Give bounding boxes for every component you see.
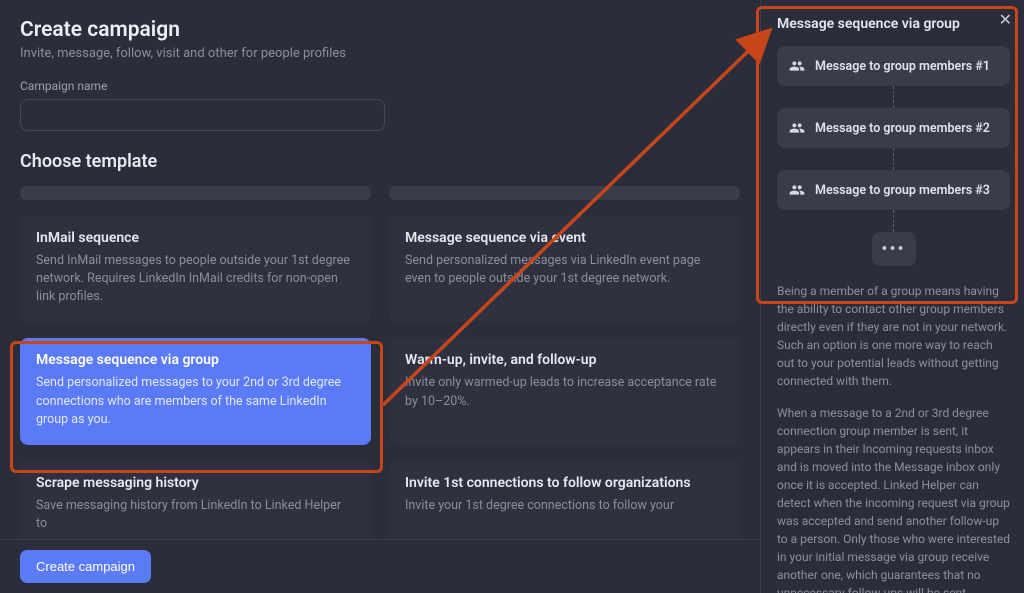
template-stub (20, 186, 371, 200)
card-desc: Invite only warmed-up leads to increase … (405, 374, 724, 410)
card-title: Warm-up, invite, and follow-up (405, 352, 724, 368)
sequence-step[interactable]: Message to group members #3 (777, 170, 1010, 210)
template-card-scrape[interactable]: Scrape messaging history Save messaging … (20, 461, 371, 549)
bottom-bar: Create campaign (0, 539, 760, 593)
sequence-step-label: Message to group members #1 (815, 59, 990, 74)
create-campaign-button[interactable]: Create campaign (20, 550, 151, 583)
card-title: Message sequence via group (36, 352, 355, 368)
side-panel: ✕ Message sequence via group Message to … (760, 0, 1024, 593)
card-title: Scrape messaging history (36, 475, 355, 491)
card-title: InMail sequence (36, 230, 355, 246)
page-subtitle: Invite, message, follow, visit and other… (20, 46, 740, 61)
sequence-connector (893, 86, 894, 108)
sequence-step-label: Message to group members #2 (815, 121, 990, 136)
side-paragraph: Being a member of a group means having t… (777, 282, 1010, 390)
template-card-warmup[interactable]: Warm-up, invite, and follow-up Invite on… (389, 338, 740, 444)
template-card-inmail[interactable]: InMail sequence Send InMail messages to … (20, 216, 371, 322)
sequence-list: Message to group members #1 Message to g… (777, 46, 1010, 266)
campaign-name-input[interactable] (20, 99, 385, 131)
template-card-event[interactable]: Message sequence via event Send personal… (389, 216, 740, 322)
card-desc: Send personalized messages to your 2nd o… (36, 374, 355, 428)
side-paragraph: When a message to a 2nd or 3rd degree co… (777, 404, 1010, 593)
choose-template-heading: Choose template (20, 151, 740, 172)
campaign-name-label: Campaign name (20, 79, 740, 93)
group-icon (789, 120, 805, 136)
card-title: Message sequence via event (405, 230, 724, 246)
template-stub (389, 186, 740, 200)
card-desc: Send personalized messages via LinkedIn … (405, 252, 724, 288)
side-panel-title: Message sequence via group (777, 16, 1010, 32)
sequence-step[interactable]: Message to group members #2 (777, 108, 1010, 148)
template-card-group[interactable]: Message sequence via group Send personal… (20, 338, 371, 444)
sequence-step[interactable]: Message to group members #1 (777, 46, 1010, 86)
card-desc: Invite your 1st degree connections to fo… (405, 497, 724, 515)
card-title: Invite 1st connections to follow organiz… (405, 475, 724, 491)
side-description: Being a member of a group means having t… (777, 282, 1010, 593)
template-grid: InMail sequence Send InMail messages to … (20, 186, 740, 549)
group-icon (789, 182, 805, 198)
sequence-step-label: Message to group members #3 (815, 183, 990, 198)
card-desc: Save messaging history from LinkedIn to … (36, 497, 355, 533)
sequence-connector (893, 148, 894, 170)
group-icon (789, 58, 805, 74)
sequence-more-button[interactable]: ••• (872, 232, 916, 266)
page-title: Create campaign (20, 18, 740, 42)
sequence-connector (893, 210, 894, 232)
card-desc: Send InMail messages to people outside y… (36, 252, 355, 306)
close-icon[interactable]: ✕ (999, 12, 1012, 28)
template-card-invite-follow[interactable]: Invite 1st connections to follow organiz… (389, 461, 740, 549)
